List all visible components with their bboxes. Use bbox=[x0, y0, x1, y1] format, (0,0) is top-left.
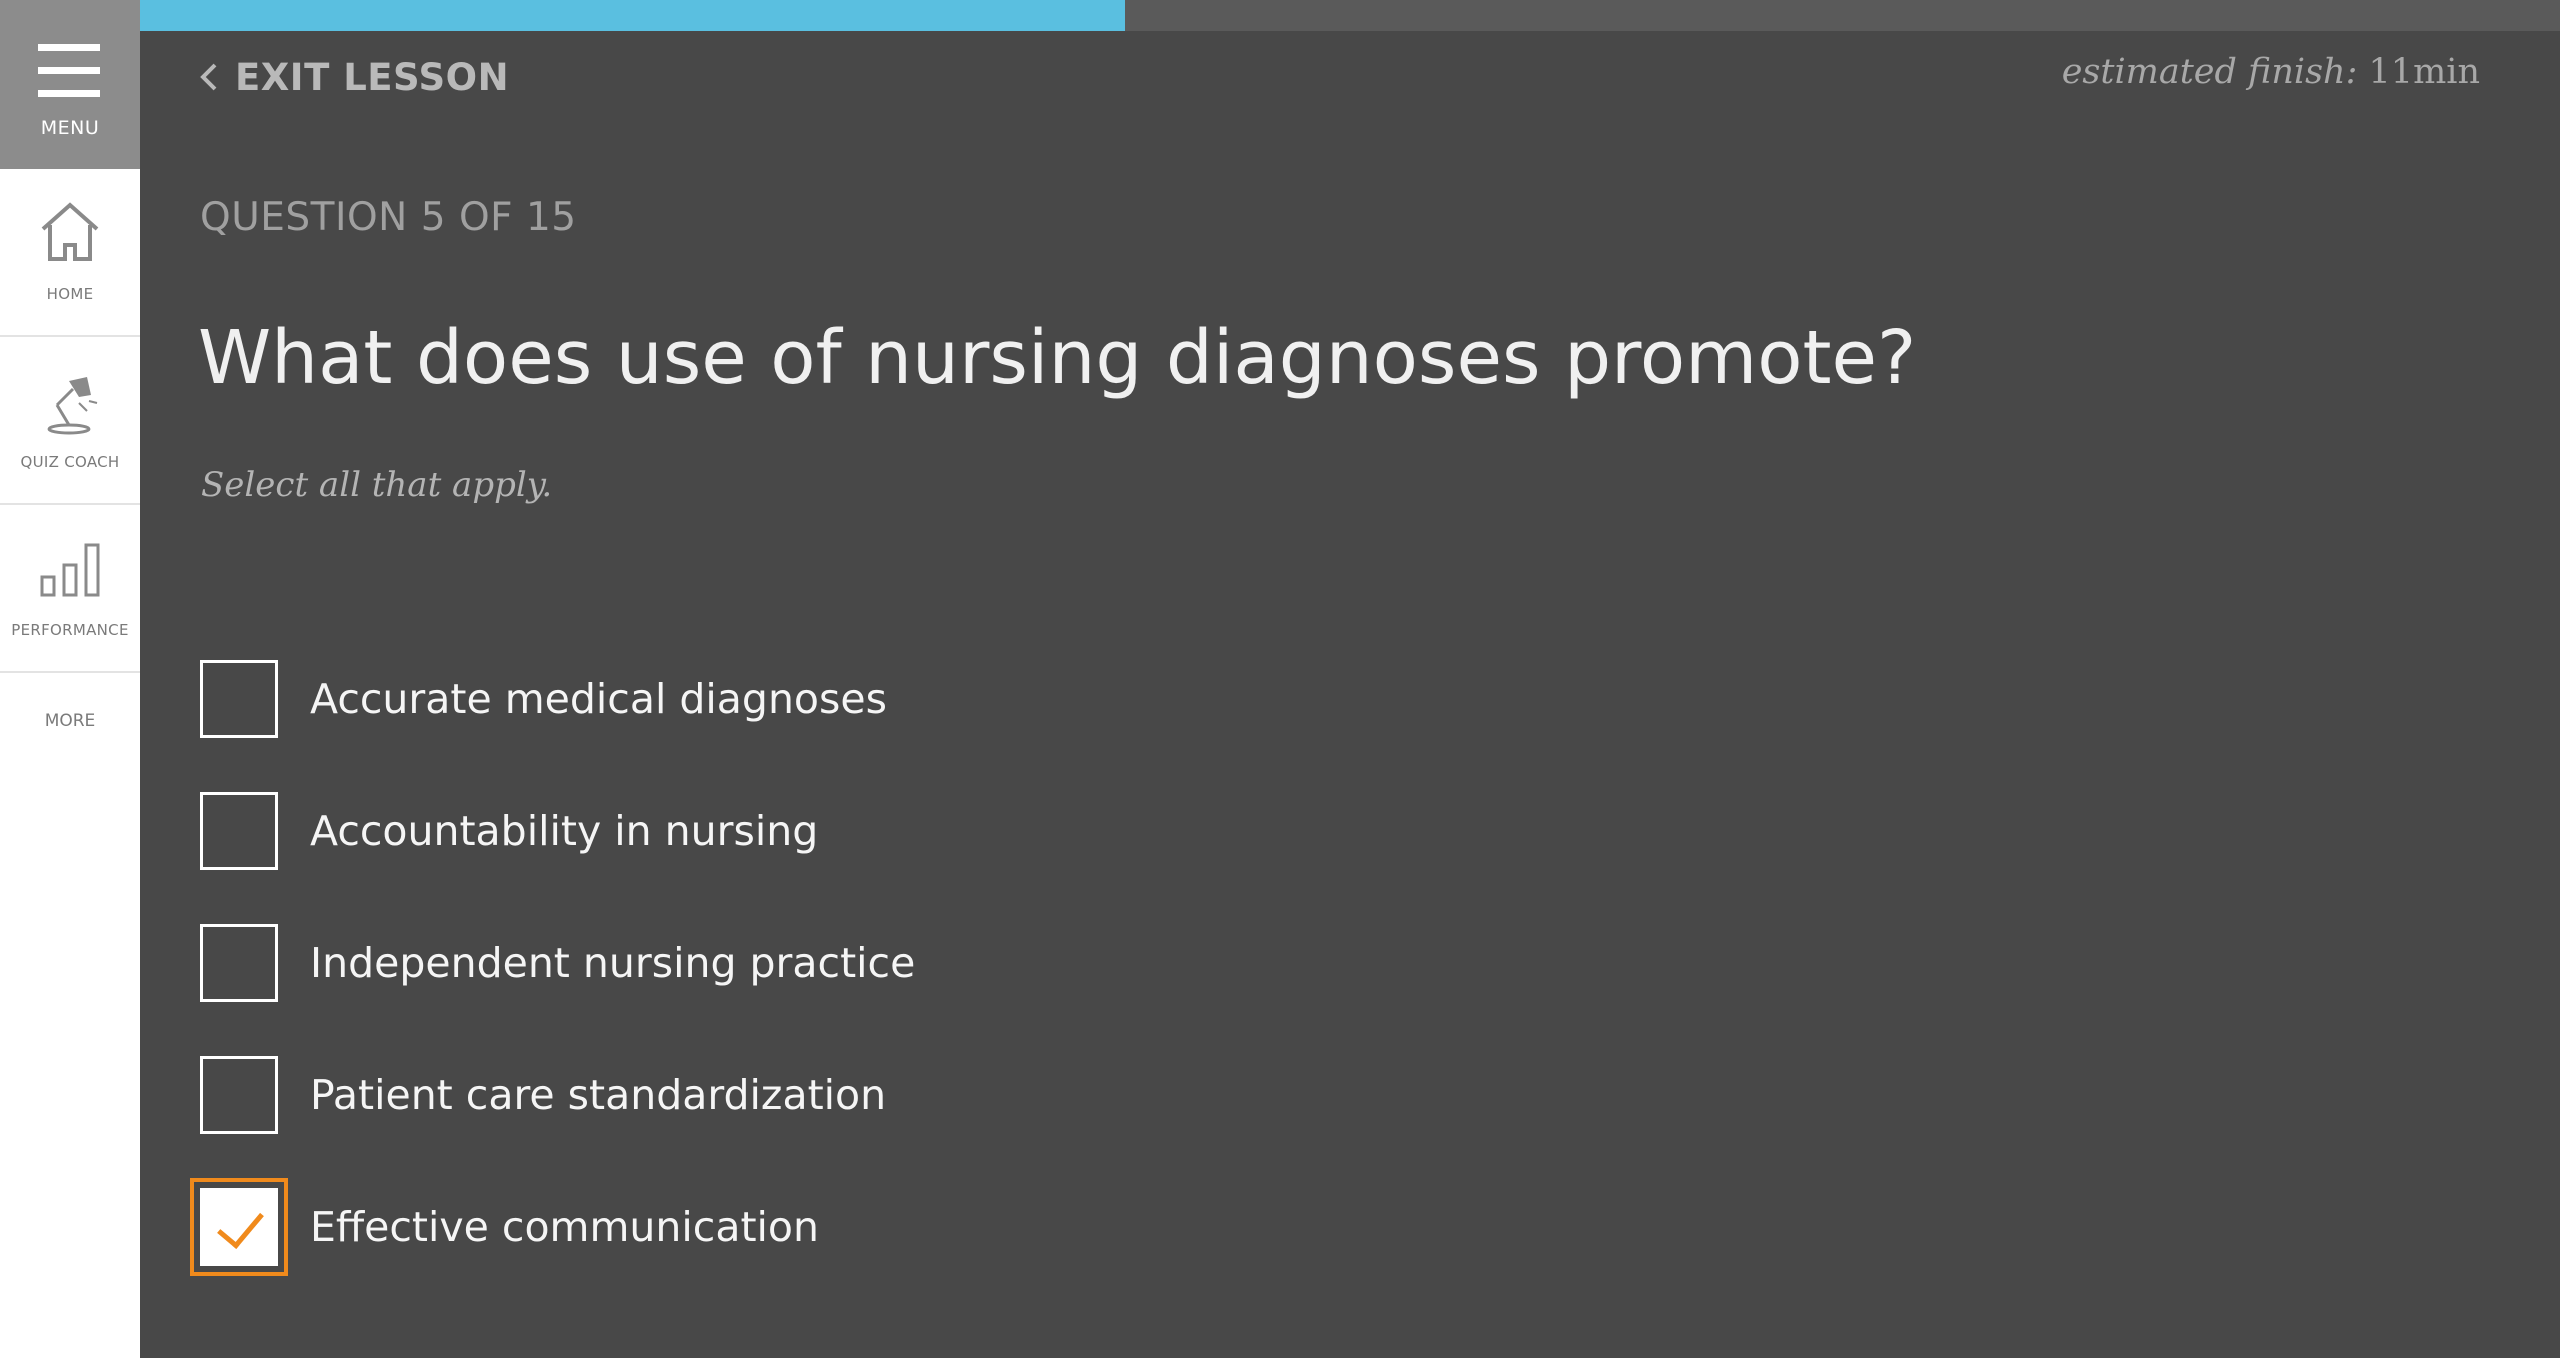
sidebar: MENU HOME QUIZ COACH PERFORMANCE MORE bbox=[0, 0, 140, 1358]
answer-option[interactable]: Patient care standardization bbox=[200, 1055, 886, 1135]
question-counter: QUESTION 5 OF 15 bbox=[200, 195, 577, 240]
answer-option-label: Patient care standardization bbox=[310, 1071, 887, 1119]
bar-chart-icon bbox=[40, 543, 100, 597]
answer-option[interactable]: Accurate medical diagnoses bbox=[200, 659, 887, 739]
answer-option[interactable]: Independent nursing practice bbox=[200, 923, 915, 1003]
answer-checkbox-checked[interactable] bbox=[190, 1178, 288, 1276]
answer-checkbox[interactable] bbox=[200, 792, 278, 870]
sidebar-item-label: HOME bbox=[46, 285, 94, 303]
answer-option[interactable]: Effective communication bbox=[190, 1178, 819, 1276]
desk-lamp-icon bbox=[47, 377, 98, 435]
answer-checkbox[interactable] bbox=[200, 924, 278, 1002]
sidebar-item-quiz-coach[interactable]: QUIZ COACH bbox=[0, 337, 140, 505]
answer-option-label: Effective communication bbox=[310, 1203, 819, 1251]
hamburger-icon bbox=[38, 44, 100, 98]
answer-checkbox[interactable] bbox=[200, 1056, 278, 1134]
estimated-finish-value: 11min bbox=[2368, 52, 2480, 92]
lesson-progress-bar bbox=[140, 0, 2560, 31]
home-icon bbox=[41, 202, 99, 261]
sidebar-more-label: MORE bbox=[44, 711, 96, 731]
exit-lesson-label: EXIT LESSON bbox=[235, 55, 510, 99]
answer-option-label: Independent nursing practice bbox=[310, 939, 916, 987]
lesson-progress-fill bbox=[140, 0, 1125, 31]
question-hint: Select all that apply. bbox=[201, 465, 553, 505]
answer-option[interactable]: Accountability in nursing bbox=[200, 791, 818, 871]
estimated-finish: estimated finish: 11min bbox=[2062, 52, 2480, 92]
sidebar-more-button[interactable]: MORE bbox=[0, 675, 140, 765]
exit-lesson-link[interactable]: EXIT LESSON bbox=[195, 52, 509, 102]
menu-label: MENU bbox=[40, 117, 100, 139]
question-title: What does use of nursing diagnoses promo… bbox=[198, 315, 1917, 401]
answer-option-label: Accurate medical diagnoses bbox=[310, 675, 887, 723]
chevron-left-icon bbox=[200, 63, 217, 91]
answer-option-label: Accountability in nursing bbox=[310, 807, 819, 855]
sidebar-item-label: PERFORMANCE bbox=[11, 621, 129, 639]
estimated-finish-key: estimated finish: bbox=[2061, 52, 2358, 92]
menu-button[interactable]: MENU bbox=[0, 0, 140, 169]
sidebar-item-label: QUIZ COACH bbox=[20, 453, 120, 471]
sidebar-item-home[interactable]: HOME bbox=[0, 169, 140, 337]
sidebar-item-performance[interactable]: PERFORMANCE bbox=[0, 505, 140, 673]
answer-checkbox[interactable] bbox=[200, 660, 278, 738]
